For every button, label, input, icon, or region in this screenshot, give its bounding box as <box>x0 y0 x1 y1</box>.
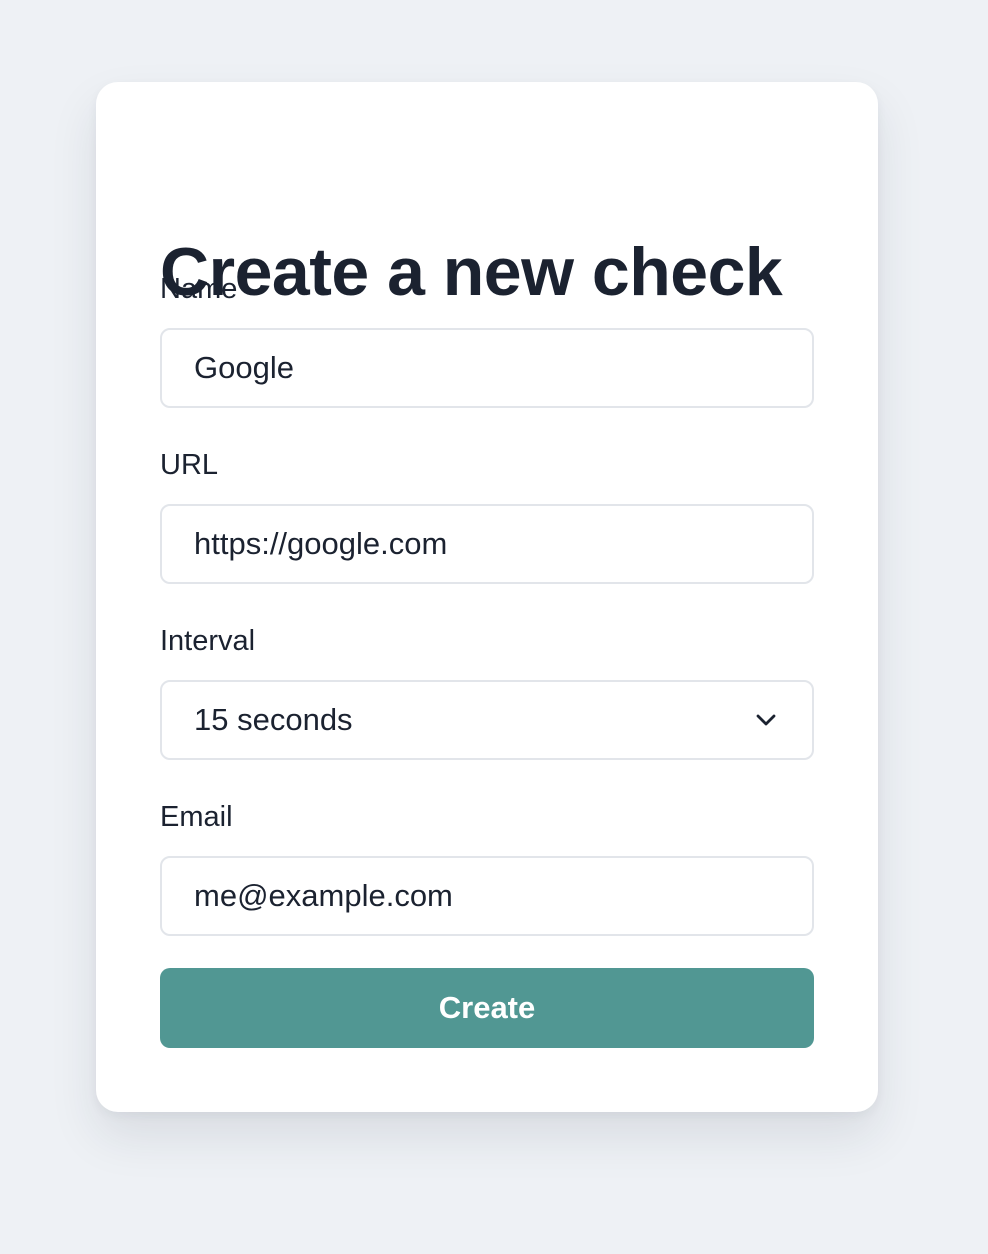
create-button[interactable]: Create <box>160 968 814 1048</box>
create-check-card: Create a new check Name URL Interval 15 … <box>96 82 878 1112</box>
interval-label: Interval <box>160 625 256 657</box>
chevron-down-icon[interactable] <box>752 706 780 734</box>
interval-selected-value: 15 seconds <box>194 702 353 737</box>
interval-select[interactable]: 15 seconds <box>160 680 814 760</box>
name-label: Name <box>160 273 238 305</box>
url-field[interactable] <box>160 504 814 584</box>
url-label: URL <box>160 449 219 481</box>
name-field[interactable] <box>160 328 814 408</box>
email-label: Email <box>160 801 233 833</box>
url-input[interactable] <box>194 526 780 562</box>
email-input[interactable] <box>194 878 780 914</box>
email-field[interactable] <box>160 856 814 936</box>
name-input[interactable] <box>194 350 780 386</box>
page-title: Create a new check <box>160 234 783 310</box>
